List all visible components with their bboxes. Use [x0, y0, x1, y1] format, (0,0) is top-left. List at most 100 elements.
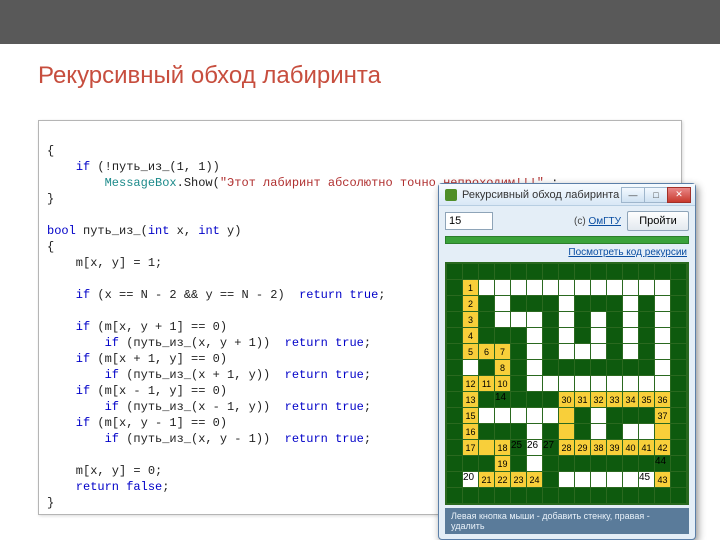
maze-cell[interactable]	[671, 424, 686, 439]
maze-cell[interactable]	[447, 360, 462, 375]
maze-cell[interactable]	[623, 424, 638, 439]
maze-cell[interactable]: 31	[575, 392, 590, 407]
maze-cell[interactable]: 16	[463, 424, 478, 439]
maze-cell[interactable]	[511, 408, 526, 423]
maze-cell[interactable]	[671, 312, 686, 327]
maze-cell[interactable]	[559, 408, 574, 423]
maze-cell[interactable]	[591, 328, 606, 343]
maze-cell[interactable]	[479, 280, 494, 295]
maze-cell[interactable]	[623, 376, 638, 391]
maze-cell[interactable]: 22	[495, 472, 510, 487]
maze-cell[interactable]	[607, 296, 622, 311]
maze-cell[interactable]	[479, 312, 494, 327]
maze-cell[interactable]	[671, 456, 686, 471]
maze-cell[interactable]	[575, 360, 590, 375]
maze-cell[interactable]	[511, 488, 526, 503]
maze-cell[interactable]	[495, 328, 510, 343]
maze-cell[interactable]	[591, 360, 606, 375]
maze-cell[interactable]	[447, 376, 462, 391]
maze-cell[interactable]	[559, 456, 574, 471]
maze-cell[interactable]	[623, 280, 638, 295]
maze-area[interactable]: 1234567812111013143031323334353615371617…	[445, 262, 689, 505]
maze-cell[interactable]: 41	[639, 440, 654, 455]
maze-cell[interactable]	[575, 424, 590, 439]
maze-cell[interactable]: 8	[495, 360, 510, 375]
maze-cell[interactable]	[559, 472, 574, 487]
maze-cell[interactable]	[623, 488, 638, 503]
maze-cell[interactable]	[479, 488, 494, 503]
maze-cell[interactable]	[655, 280, 670, 295]
maze-cell[interactable]	[575, 472, 590, 487]
maze-cell[interactable]	[591, 424, 606, 439]
maze-cell[interactable]: 26	[527, 440, 542, 455]
maze-cell[interactable]	[495, 296, 510, 311]
maze-cell[interactable]: 2	[463, 296, 478, 311]
maze-cell[interactable]	[511, 280, 526, 295]
maze-cell[interactable]	[575, 280, 590, 295]
maze-cell[interactable]: 13	[463, 392, 478, 407]
maze-cell[interactable]	[655, 328, 670, 343]
maze-cell[interactable]	[543, 312, 558, 327]
maze-cell[interactable]	[559, 344, 574, 359]
maze-cell[interactable]	[655, 488, 670, 503]
maze-cell[interactable]	[527, 408, 542, 423]
maze-cell[interactable]	[607, 264, 622, 279]
maze-cell[interactable]: 24	[527, 472, 542, 487]
maze-cell[interactable]	[479, 296, 494, 311]
maze-cell[interactable]	[575, 376, 590, 391]
maze-cell[interactable]	[447, 408, 462, 423]
maze-cell[interactable]: 5	[463, 344, 478, 359]
maze-cell[interactable]	[527, 376, 542, 391]
maze-cell[interactable]	[447, 424, 462, 439]
maze-cell[interactable]	[607, 408, 622, 423]
maze-cell[interactable]	[639, 312, 654, 327]
maze-cell[interactable]: 17	[463, 440, 478, 455]
run-button[interactable]: Пройти	[627, 211, 689, 231]
maze-cell[interactable]	[639, 360, 654, 375]
maze-cell[interactable]	[623, 456, 638, 471]
maze-cell[interactable]	[591, 472, 606, 487]
maze-cell[interactable]	[623, 328, 638, 343]
maze-cell[interactable]: 30	[559, 392, 574, 407]
maze-cell[interactable]: 33	[607, 392, 622, 407]
maze-cell[interactable]	[495, 264, 510, 279]
maze-cell[interactable]	[623, 408, 638, 423]
maze-cell[interactable]	[575, 408, 590, 423]
maze-cell[interactable]	[655, 360, 670, 375]
maze-cell[interactable]: 36	[655, 392, 670, 407]
maze-cell[interactable]: 18	[495, 440, 510, 455]
maze-cell[interactable]	[671, 344, 686, 359]
maze-cell[interactable]	[527, 456, 542, 471]
grid-size-input[interactable]	[445, 212, 493, 230]
maze-cell[interactable]	[527, 392, 542, 407]
maze-cell[interactable]: 43	[655, 472, 670, 487]
maze-cell[interactable]	[639, 488, 654, 503]
maze-cell[interactable]	[639, 456, 654, 471]
maze-cell[interactable]	[543, 360, 558, 375]
maze-cell[interactable]	[639, 408, 654, 423]
maze-cell[interactable]	[671, 264, 686, 279]
close-button[interactable]: ✕	[667, 187, 691, 203]
maze-cell[interactable]	[607, 456, 622, 471]
maze-cell[interactable]	[447, 392, 462, 407]
maze-cell[interactable]	[671, 376, 686, 391]
maze-cell[interactable]	[575, 488, 590, 503]
maze-cell[interactable]	[671, 392, 686, 407]
maze-cell[interactable]: 12	[463, 376, 478, 391]
maze-cell[interactable]	[639, 264, 654, 279]
maze-cell[interactable]	[511, 264, 526, 279]
maze-cell[interactable]	[559, 488, 574, 503]
maze-cell[interactable]	[447, 344, 462, 359]
maze-cell[interactable]: 20	[463, 472, 478, 487]
maze-cell[interactable]	[543, 296, 558, 311]
maze-cell[interactable]	[607, 488, 622, 503]
maze-cell[interactable]	[671, 328, 686, 343]
maze-cell[interactable]	[511, 456, 526, 471]
maze-cell[interactable]	[671, 472, 686, 487]
maze-cell[interactable]	[479, 328, 494, 343]
maze-cell[interactable]	[463, 264, 478, 279]
maze-cell[interactable]	[607, 328, 622, 343]
maze-cell[interactable]	[511, 424, 526, 439]
maze-cell[interactable]	[527, 296, 542, 311]
maze-cell[interactable]	[575, 328, 590, 343]
